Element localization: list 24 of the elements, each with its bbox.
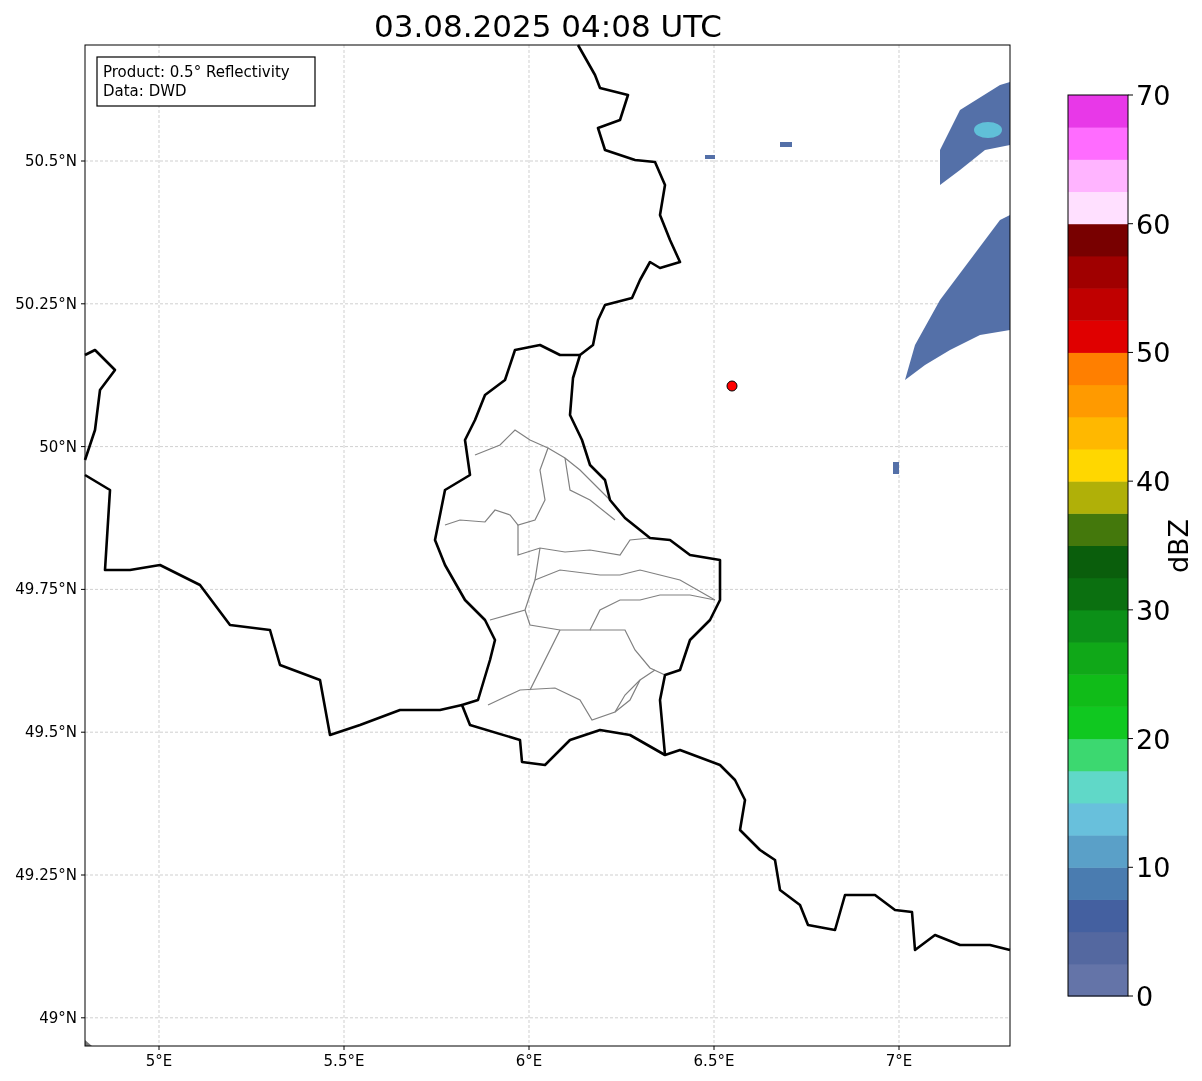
longitude-label: 6.5°E bbox=[693, 1052, 735, 1070]
latitude-label: 49.25°N bbox=[15, 866, 77, 884]
latitude-label: 50.5°N bbox=[24, 152, 77, 170]
colorbar-tick-label: 50 bbox=[1136, 337, 1171, 369]
colorbar-tick-label: 70 bbox=[1136, 80, 1171, 111]
info-text: Product: 0.5° Reflectivity bbox=[103, 63, 290, 81]
latitude-label: 49°N bbox=[39, 1008, 77, 1027]
colorbar-tick-label: 10 bbox=[1136, 852, 1171, 884]
latitude-label: 49.75°N bbox=[15, 580, 77, 599]
latitude-label: 49.5°N bbox=[24, 723, 77, 742]
longitude-label: 6°E bbox=[515, 1052, 543, 1070]
longitude-label: 5°E bbox=[145, 1052, 173, 1070]
longitude-label: 7°E bbox=[885, 1052, 913, 1070]
colorbar-label: dBZ bbox=[1163, 518, 1194, 574]
colorbar-tick-label: 60 bbox=[1136, 208, 1171, 240]
latitude-label: 50.25°N bbox=[15, 294, 77, 313]
figure-title: 03.08.2025 04:08 UTC bbox=[374, 8, 722, 44]
colorbar-tick-label: 40 bbox=[1136, 466, 1171, 498]
latitude-label: 50°N bbox=[39, 437, 77, 456]
colorbar-tick-label: 0 bbox=[1136, 981, 1154, 1012]
info-text: Data: DWD bbox=[103, 82, 187, 100]
colorbar-tick-label: 20 bbox=[1136, 723, 1171, 755]
longitude-label: 5.5°E bbox=[323, 1052, 365, 1070]
colorbar-tick-label: 30 bbox=[1136, 594, 1171, 626]
